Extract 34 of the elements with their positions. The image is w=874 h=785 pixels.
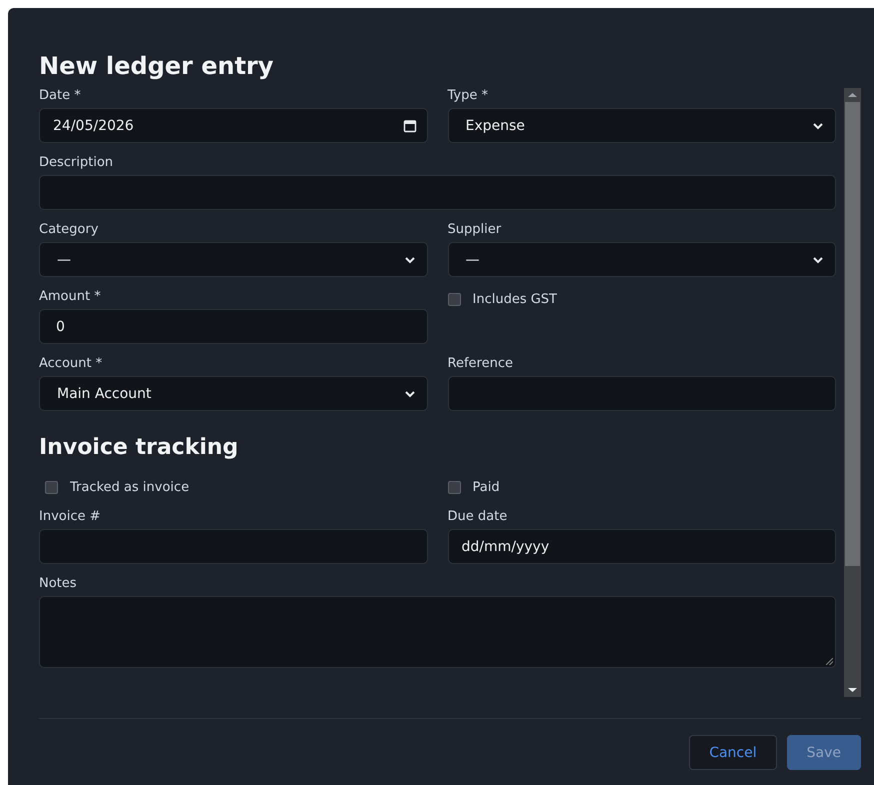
scrollbar-thumb[interactable] xyxy=(845,102,860,566)
field-label: Account * xyxy=(39,356,104,372)
field-label: Invoice # xyxy=(39,509,102,525)
date-field[interactable]: 24/05/2026 xyxy=(39,108,428,143)
field-label: Supplier xyxy=(448,222,502,238)
select-field[interactable]: Main Account xyxy=(39,376,428,411)
checkbox-label[interactable]: Tracked as invoice xyxy=(70,480,190,494)
field-label: Amount * xyxy=(39,289,102,305)
cancel-button[interactable]: Cancel xyxy=(689,735,777,770)
checkbox[interactable] xyxy=(45,480,58,494)
input-field[interactable] xyxy=(39,175,836,210)
field-label: Date * xyxy=(39,88,82,104)
section-heading: Invoice tracking xyxy=(39,435,240,461)
input-field[interactable] xyxy=(448,376,836,411)
field-label: Notes xyxy=(39,576,78,592)
checkbox-label[interactable]: Paid xyxy=(472,480,500,494)
date-field[interactable]: dd/mm/yyyy xyxy=(448,529,836,564)
field-label: Due date xyxy=(448,509,508,525)
select-field[interactable]: Expense xyxy=(448,108,836,143)
select-field[interactable]: — xyxy=(39,242,428,277)
notes-field[interactable] xyxy=(39,596,836,668)
field-label: Reference xyxy=(448,356,514,372)
checkbox-label[interactable]: Includes GST xyxy=(472,292,557,306)
calendar-icon xyxy=(402,118,416,132)
input-field[interactable] xyxy=(39,529,428,564)
checkbox[interactable] xyxy=(448,480,460,494)
field-label: Category xyxy=(39,222,100,238)
field-label: Description xyxy=(39,155,114,171)
dialog-title: New ledger entry xyxy=(39,51,275,82)
scrollbar[interactable] xyxy=(844,88,861,697)
select-field[interactable]: — xyxy=(448,242,836,277)
field-label: Type * xyxy=(448,88,489,104)
checkbox[interactable] xyxy=(448,292,460,306)
input-field[interactable]: 0 xyxy=(39,309,428,344)
